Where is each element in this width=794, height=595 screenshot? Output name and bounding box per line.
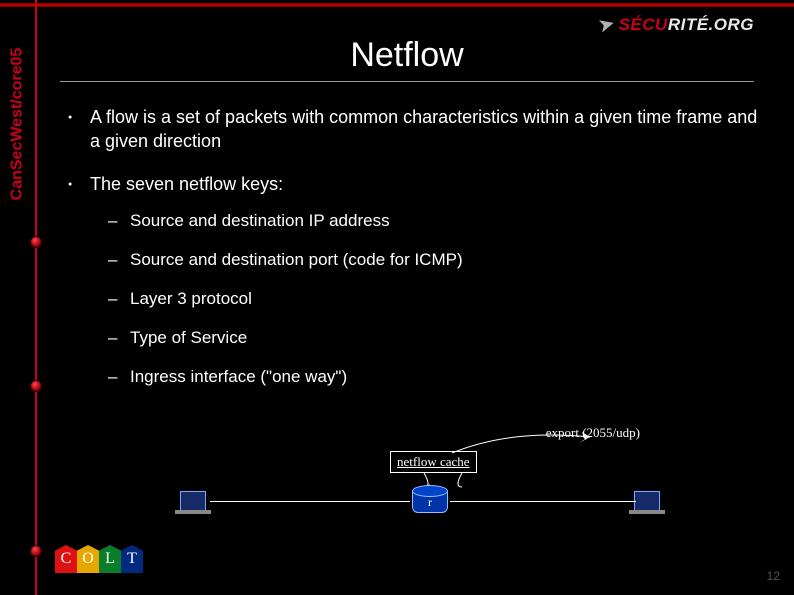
host-icon — [180, 491, 206, 511]
netflow-diagram: export (2055/udp) netflow cache r — [160, 425, 680, 535]
page-number: 12 — [767, 569, 780, 583]
sponsor-letter: T — [121, 545, 143, 573]
subbullet-item: Source and destination IP address — [90, 210, 764, 233]
decor-bead-icon — [30, 545, 42, 557]
arrow-icon — [450, 431, 610, 457]
conference-tag: CanSecWest/core05 — [6, 24, 28, 224]
top-decor-stripe — [0, 2, 794, 8]
link-line — [210, 501, 410, 502]
subbullet-item: Layer 3 protocol — [90, 288, 764, 311]
decor-bead-icon — [30, 380, 42, 392]
slide-title: Netflow — [60, 36, 754, 82]
decor-bead-icon — [30, 236, 42, 248]
subbullet-item: Source and destination port (code for IC… — [90, 249, 764, 272]
brand-arrow-icon: ➤ — [595, 10, 618, 38]
bullet-item: A flow is a set of packets with common c… — [60, 105, 764, 154]
sponsor-letter: C — [55, 545, 77, 573]
brand-logo: ➤ SÉCURITÉ.ORG — [598, 12, 754, 37]
link-line — [450, 501, 636, 502]
slide-content: A flow is a set of packets with common c… — [60, 105, 764, 407]
subbullet-item: Ingress interface ("one way") — [90, 366, 764, 389]
sponsor-letter: O — [77, 545, 99, 573]
router-icon: r — [412, 485, 448, 513]
subbullet-item: Type of Service — [90, 327, 764, 350]
vertical-divider — [35, 0, 37, 595]
bullet-item: The seven netflow keys: Source and desti… — [60, 172, 764, 389]
host-icon — [634, 491, 660, 511]
sponsor-logo: C O L T — [55, 545, 143, 573]
sponsor-letter: L — [99, 545, 121, 573]
brand-text: SÉCURITÉ.ORG — [619, 15, 754, 35]
